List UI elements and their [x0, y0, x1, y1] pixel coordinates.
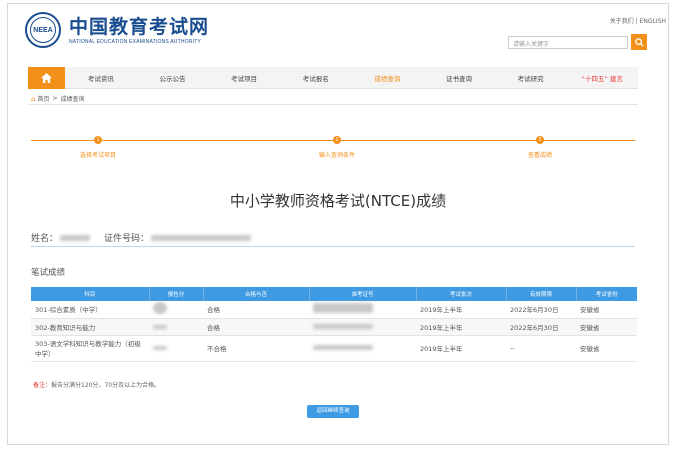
ticket-cell	[309, 301, 416, 319]
back-to-query-button[interactable]: 返回继续查询	[307, 405, 359, 418]
ticket-redacted	[313, 345, 373, 350]
score-redacted	[153, 302, 167, 315]
table-header-cell: 科目	[31, 287, 150, 301]
divider	[31, 246, 635, 247]
nav-item-notices[interactable]: 公示公告	[137, 73, 209, 83]
neea-emblem-icon: NEEA	[25, 12, 61, 48]
search-icon	[634, 37, 644, 47]
top-links: 关于我们 | ENGLISH	[610, 16, 666, 25]
table-header-cell: 考试省份	[576, 287, 637, 301]
province-cell: 安徽省	[576, 301, 637, 319]
subject-cell: 303-语文学科知识与教学能力（初级中学）	[31, 335, 149, 362]
logo-cn-text: 中国教育考试网	[69, 15, 210, 38]
pass-cell: 不合格	[203, 335, 309, 362]
logo-en-text: NATIONAL EDUCATION EXAMINATIONS AUTHORIT…	[69, 38, 201, 45]
step-1-dot: 1	[94, 136, 102, 144]
id-value-redacted	[151, 234, 252, 241]
table-header-cell: 合格与否	[203, 287, 310, 301]
pass-cell: 合格	[203, 301, 309, 319]
name-label: 姓名：	[31, 234, 59, 244]
candidate-info: 姓名： 证件号码：	[31, 231, 252, 244]
search-input[interactable]: 请输入关键字	[508, 36, 628, 49]
subject-cell: 302-教育知识与能力	[31, 318, 149, 336]
home-icon: ⌂	[31, 94, 36, 103]
id-label: 证件号码：	[104, 234, 150, 244]
table-header-cell: 有效期限	[506, 287, 577, 301]
batch-cell: 2019年上半年	[416, 301, 506, 319]
step-1-label: 选择考试项目	[79, 152, 117, 159]
valid-cell: 2022年6月30日	[506, 301, 576, 319]
step-2-dot: 2	[333, 136, 341, 144]
nav-item-14th-plan[interactable]: “十四五” 建言	[566, 73, 638, 83]
ticket-cell	[309, 335, 416, 362]
score-cell	[149, 335, 203, 362]
step-3-dot: 3	[536, 136, 544, 144]
pass-cell: 合格	[203, 318, 309, 336]
nav-item-score-query[interactable]: 成绩查询	[352, 73, 424, 83]
nav-item-research[interactable]: 考试研究	[495, 73, 567, 83]
emblem-text: NEEA	[30, 17, 56, 43]
batch-cell: 2019年上半年	[416, 335, 506, 362]
english-link[interactable]: ENGLISH	[640, 18, 666, 25]
section-title: 笔试成绩	[31, 268, 66, 278]
note-label: 备注：	[33, 382, 52, 389]
step-2-label: 输入查询条件	[318, 152, 356, 159]
province-cell: 安徽省	[576, 318, 637, 336]
nav-item-registration[interactable]: 考试报名	[280, 73, 352, 83]
site-logo[interactable]: NEEA 中国教育考试网 NATIONAL EDUCATION EXAMINAT…	[25, 12, 209, 48]
score-table: 科目 报告分 合格与否 准考证号 考试批次 有效期限 考试省份 301-综合素质…	[31, 287, 637, 362]
step-3-label: 查看成绩	[527, 152, 553, 159]
nav-item-news[interactable]: 考试资讯	[65, 73, 137, 83]
province-cell: 安徽省	[576, 335, 637, 362]
score-cell	[149, 301, 203, 319]
valid-cell: 2022年6月30日	[506, 318, 576, 336]
table-header-cell: 考试批次	[416, 287, 507, 301]
score-redacted	[153, 324, 167, 329]
batch-cell: 2019年上半年	[416, 318, 506, 336]
home-icon	[41, 72, 52, 83]
breadcrumb-separator: >	[52, 95, 58, 102]
ticket-cell	[309, 318, 416, 336]
name-value-redacted	[60, 234, 91, 241]
search-button[interactable]	[631, 34, 647, 50]
divider	[28, 104, 638, 105]
nav-item-exams[interactable]: 考试项目	[208, 73, 280, 83]
table-header-cell: 报告分	[149, 287, 204, 301]
ticket-redacted	[313, 323, 373, 329]
score-redacted	[153, 346, 167, 350]
score-cell	[149, 318, 203, 336]
nav-item-certificate-query[interactable]: 证书查询	[423, 73, 495, 83]
ticket-redacted	[313, 303, 373, 314]
subject-cell: 301-综合素质（中学）	[31, 301, 149, 319]
about-us-link[interactable]: 关于我们	[610, 18, 634, 25]
page-title: 中小学教师资格考试(NTCE)成绩	[229, 192, 447, 210]
main-nav: 考试资讯 公示公告 考试项目 考试报名 成绩查询 证书查询 考试研究 “十四五”…	[28, 66, 638, 89]
table-row: 302-教育知识与能力 合格 2019年上半年 2022年6月30日 安徽省	[31, 318, 637, 336]
note: 备注：报告分满分120分，70分及以上为合格。	[33, 380, 160, 389]
breadcrumb-home[interactable]: 首页	[37, 94, 49, 103]
table-row: 303-语文学科知识与教学能力（初级中学） 不合格 2019年上半年 -- 安徽…	[31, 335, 637, 362]
breadcrumb: ⌂ 首页 > 成绩查询	[31, 94, 85, 104]
valid-cell: --	[506, 335, 576, 362]
breadcrumb-current: 成绩查询	[60, 96, 85, 103]
table-row: 301-综合素质（中学） 合格 2019年上半年 2022年6月30日 安徽省	[31, 301, 637, 319]
table-header-cell: 准考证号	[309, 287, 417, 301]
note-text: 报告分满分120分，70分及以上为合格。	[51, 382, 161, 389]
table-header-row: 科目 报告分 合格与否 准考证号 考试批次 有效期限 考试省份	[31, 287, 637, 301]
nav-home-button[interactable]	[28, 66, 65, 89]
